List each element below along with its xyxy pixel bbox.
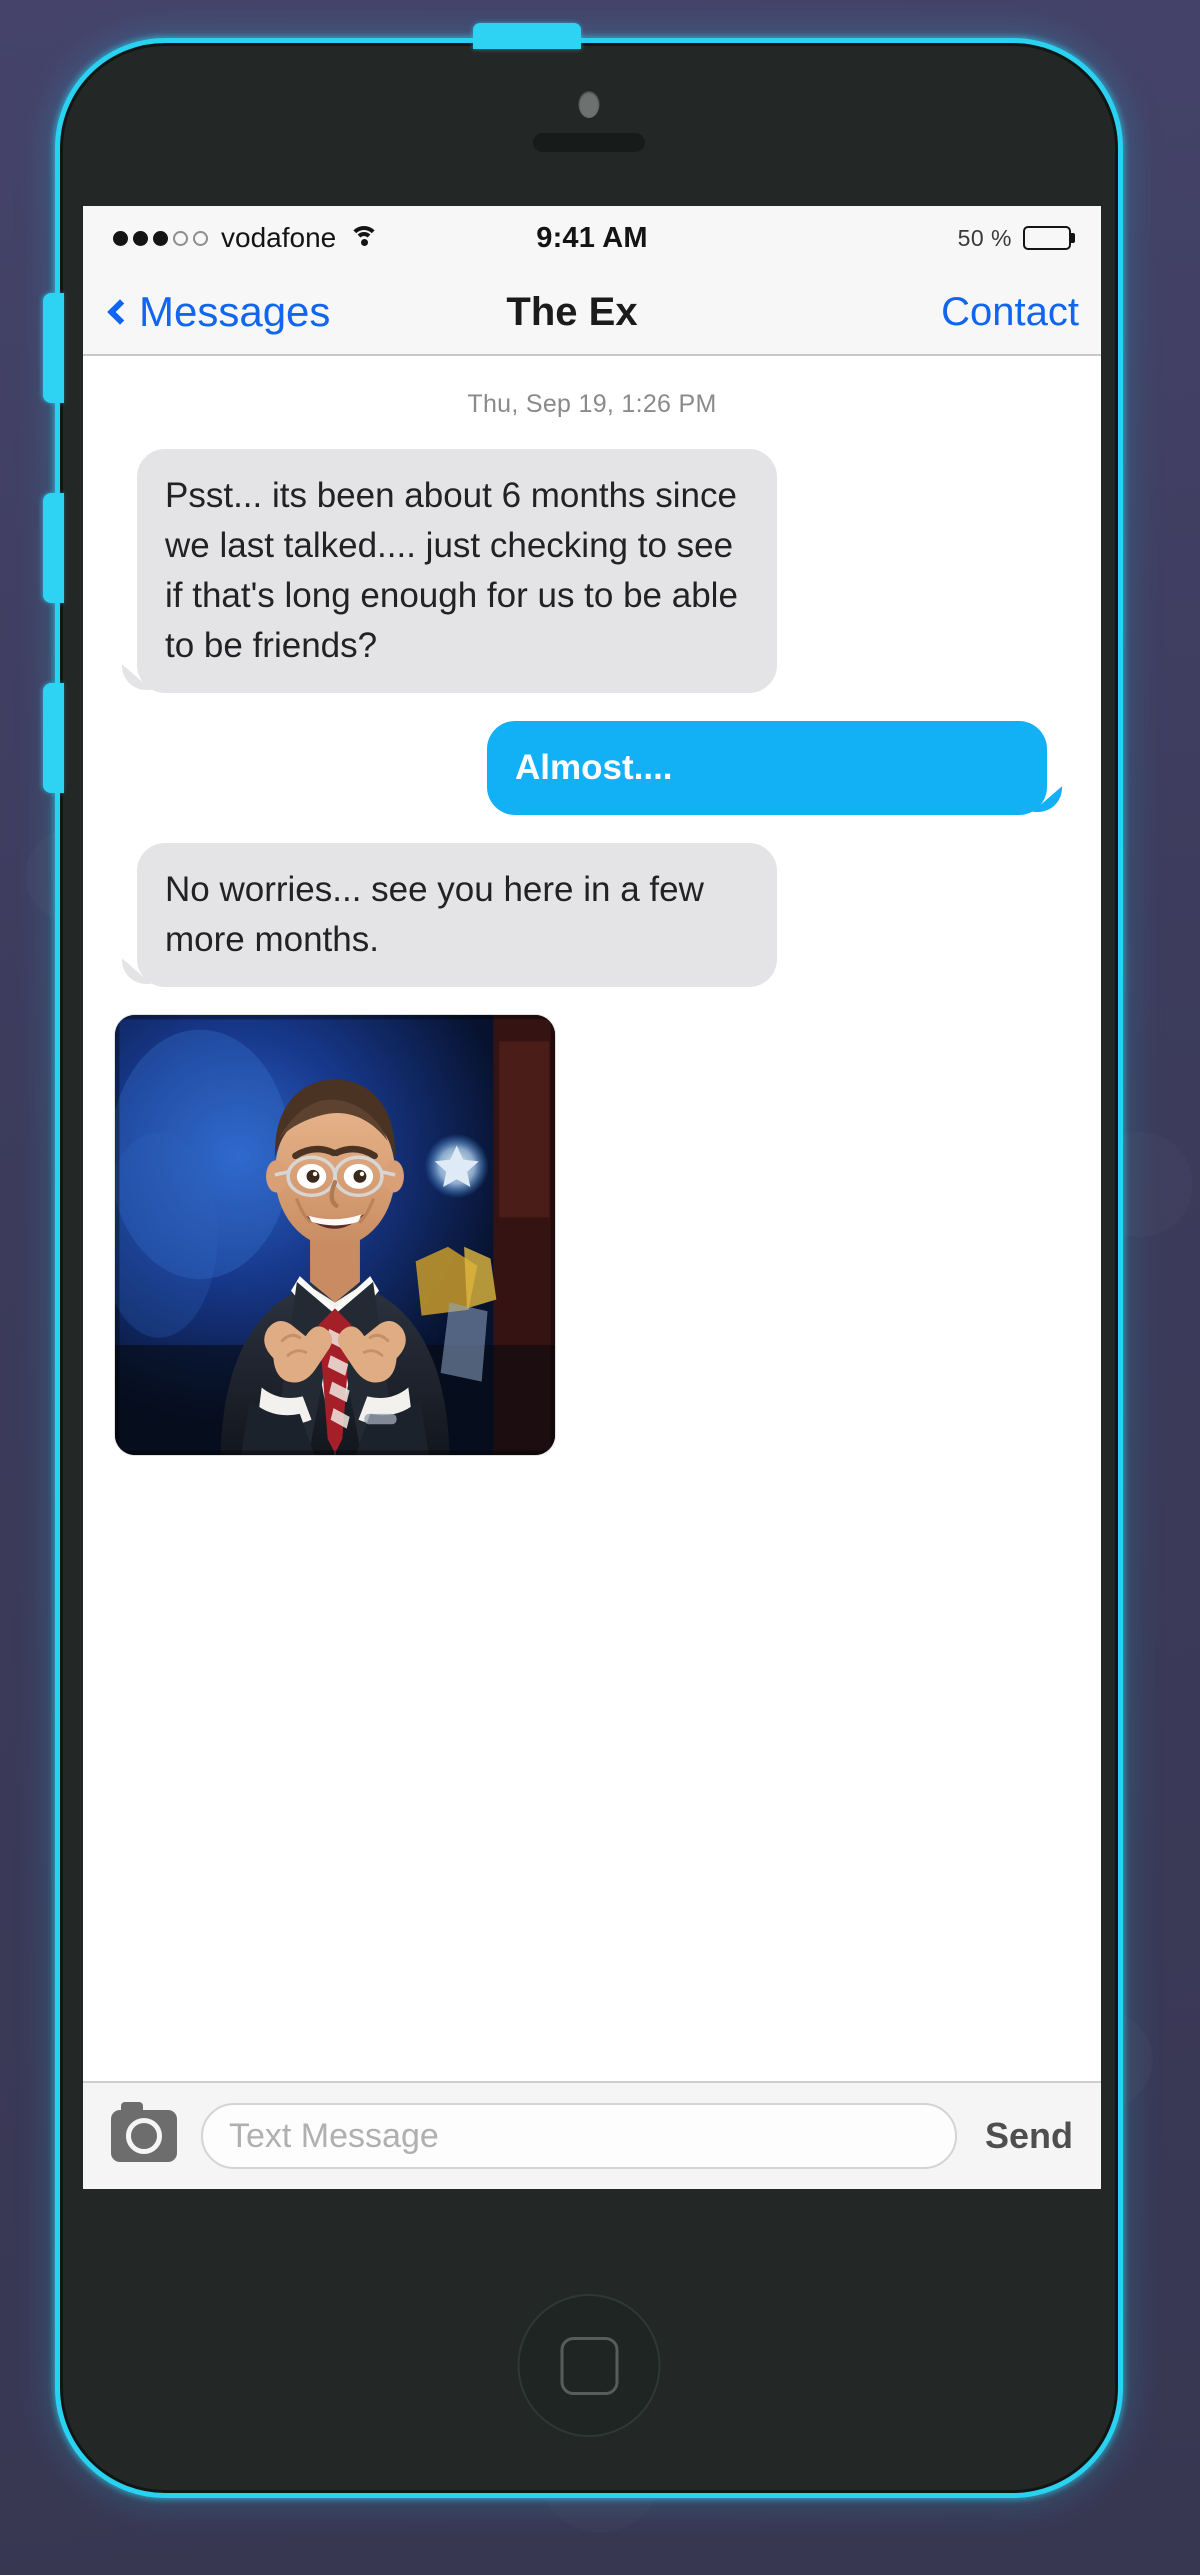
battery-icon xyxy=(1023,226,1071,250)
cellular-signal-icon xyxy=(113,230,208,246)
power-button[interactable] xyxy=(473,23,581,49)
message-input-bar: Text Message Send xyxy=(83,2081,1101,2189)
gif-attachment-thumbnail[interactable] xyxy=(115,1015,555,1456)
home-button[interactable] xyxy=(517,2294,661,2437)
signal-dot-5 xyxy=(193,230,208,246)
back-to-messages-button[interactable]: Messages xyxy=(105,288,506,336)
status-bar: vodafone 9:41 AM 50 % xyxy=(83,206,1101,270)
contact-button[interactable]: Contact xyxy=(678,290,1079,335)
message-input-placeholder: Text Message xyxy=(229,2116,439,2155)
back-button-label: Messages xyxy=(139,288,331,335)
volume-up-button[interactable] xyxy=(43,493,64,603)
message-bubble-incoming[interactable]: Psst... its been about 6 months since we… xyxy=(137,449,777,694)
front-camera-lens xyxy=(578,91,600,118)
battery-percent-label: 50 % xyxy=(957,224,1012,251)
wifi-icon xyxy=(349,226,380,250)
message-row: No worries... see you here in a few more… xyxy=(115,843,1069,988)
home-button-square-icon xyxy=(560,2336,618,2395)
volume-down-button[interactable] xyxy=(43,683,64,793)
carrier-label: vodafone xyxy=(221,222,337,253)
status-bar-left: vodafone xyxy=(113,222,536,254)
phone-screen: vodafone 9:41 AM 50 % Messages The Ex Co… xyxy=(83,206,1101,2189)
conversation-title: The Ex xyxy=(506,289,638,334)
message-bubble-incoming[interactable]: No worries... see you here in a few more… xyxy=(137,843,777,988)
earpiece-speaker xyxy=(533,133,645,152)
status-bar-clock: 9:41 AM xyxy=(536,221,648,254)
message-input-field[interactable]: Text Message xyxy=(201,2103,957,2169)
signal-dot-3 xyxy=(153,230,168,246)
signal-dot-1 xyxy=(113,230,128,246)
date-divider: Thu, Sep 19, 1:26 PM xyxy=(467,390,717,418)
message-row xyxy=(115,1015,1069,1456)
message-row: Psst... its been about 6 months since we… xyxy=(115,449,1069,694)
message-bubble-outgoing[interactable]: Almost.... xyxy=(487,721,1047,816)
chevron-left-icon xyxy=(107,299,133,325)
send-button[interactable]: Send xyxy=(981,2115,1073,2157)
camera-icon[interactable] xyxy=(111,2102,177,2162)
signal-dot-4 xyxy=(173,230,188,246)
phone-device-frame: vodafone 9:41 AM 50 % Messages The Ex Co… xyxy=(43,23,1123,2498)
status-bar-right: 50 % xyxy=(648,225,1071,252)
mute-switch-button[interactable] xyxy=(43,293,64,403)
navigation-bar: Messages The Ex Contact xyxy=(83,270,1101,356)
signal-dot-2 xyxy=(133,230,148,246)
gif-attachment-artwork xyxy=(115,1015,555,1456)
message-row: Almost.... xyxy=(115,721,1069,816)
message-thread[interactable]: Thu, Sep 19, 1:26 PM Psst... its been ab… xyxy=(83,356,1101,2081)
